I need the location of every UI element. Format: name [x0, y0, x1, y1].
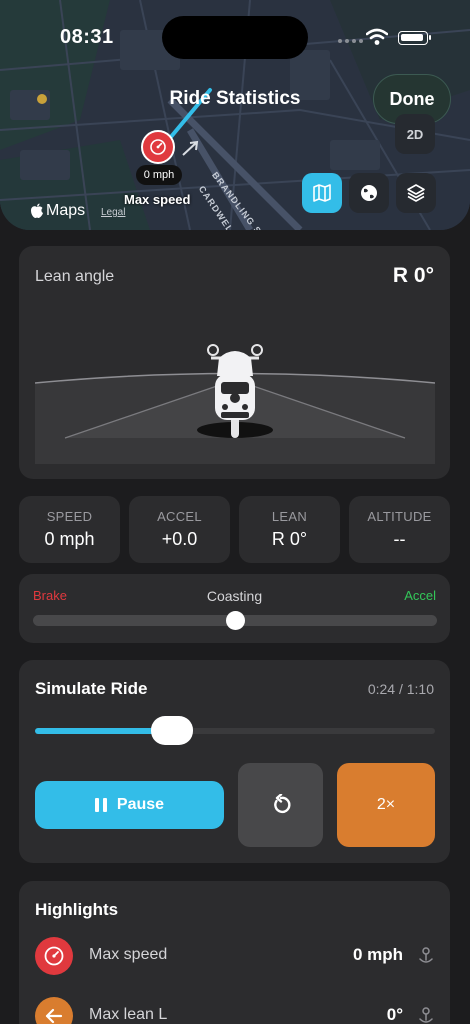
speedometer-icon — [35, 937, 73, 975]
accel-indicator-card: Brake Coasting Accel — [19, 574, 450, 643]
speedometer-icon — [150, 139, 166, 155]
map-pin-icon[interactable] — [418, 1007, 434, 1024]
simulate-time: 0:24 / 1:10 — [367, 681, 434, 697]
stat-label: SPEED — [46, 509, 93, 524]
stat-value: -- — [393, 529, 406, 549]
restart-button[interactable] — [238, 763, 323, 847]
wifi-icon — [366, 28, 388, 45]
highlight-label: Max speed — [89, 946, 168, 963]
restart-icon — [273, 794, 291, 814]
lean-angle-card: Lean angle R 0° — [19, 246, 450, 479]
highlight-label: Max lean L — [89, 1006, 168, 1023]
highlight-value: 0° — [386, 1005, 403, 1024]
stat-value: +0.0 — [161, 529, 198, 549]
pin-speed-tag: 0 mph — [136, 165, 182, 185]
maps-brand: Maps — [46, 202, 86, 219]
cellular-signal-icon — [338, 39, 363, 43]
highlight-row[interactable]: Max speed 0 mph — [19, 933, 450, 977]
stat-value: 0 mph — [44, 529, 95, 549]
accel-track — [33, 611, 437, 630]
battery-icon — [398, 31, 431, 45]
lean-visualization — [35, 344, 435, 464]
pause-button[interactable]: Pause — [35, 781, 224, 829]
stat-label: LEAN — [271, 509, 308, 524]
stat-lean: LEAN R 0° — [239, 496, 340, 563]
dynamic-island — [162, 16, 308, 59]
stat-label: ALTITUDE — [367, 509, 432, 524]
map-icon — [313, 184, 331, 202]
stat-speed: SPEED 0 mph — [19, 496, 120, 563]
layers-button[interactable] — [396, 173, 436, 213]
highlights-title: Highlights — [35, 900, 119, 919]
arrow-left-icon — [35, 997, 73, 1024]
pause-label: Pause — [116, 796, 165, 813]
map-pin-icon[interactable] — [418, 947, 434, 965]
layers-icon — [407, 184, 425, 202]
simulate-ride-card: Simulate Ride 0:24 / 1:10 Pause 2× — [19, 660, 450, 863]
view-2d-button[interactable]: 2D — [395, 114, 435, 154]
coasting-label: Coasting — [206, 588, 263, 604]
pause-icon — [94, 798, 107, 812]
status-bar: 08:31 — [0, 0, 470, 60]
globe-icon — [361, 185, 377, 201]
globe-mode-button[interactable] — [349, 173, 389, 213]
lean-angle-value: R 0° — [392, 264, 434, 287]
playback-thumb[interactable] — [151, 716, 194, 745]
highlight-value: 0 mph — [352, 945, 403, 964]
stat-altitude: ALTITUDE -- — [349, 496, 450, 563]
stat-accel: ACCEL +0.0 — [129, 496, 230, 563]
map-mode-button[interactable] — [302, 173, 342, 213]
playback-slider[interactable] — [35, 716, 435, 745]
highlights-card: Highlights Max speed 0 mph Max lean L 0° — [19, 881, 450, 1024]
accel-indicator-knob — [226, 611, 245, 630]
accel-label: Accel — [404, 588, 436, 603]
simulate-title: Simulate Ride — [35, 679, 148, 698]
lean-angle-label: Lean angle — [35, 268, 115, 285]
apple-logo-icon — [31, 203, 43, 218]
legal-link[interactable]: Legal — [101, 207, 125, 218]
status-time: 08:31 — [60, 26, 114, 48]
playback-speed-button[interactable]: 2× — [337, 763, 435, 847]
ride-map[interactable]: 08:31 Ride Statistics Done 2D BRANDLING … — [0, 0, 470, 230]
stat-label: ACCEL — [157, 509, 202, 524]
stat-value: R 0° — [271, 529, 308, 549]
maps-attribution: Maps — [30, 202, 85, 220]
max-speed-pin[interactable] — [141, 130, 175, 164]
pin-caption: Max speed — [124, 192, 191, 207]
highlight-row[interactable]: Max lean L 0° — [19, 993, 450, 1024]
